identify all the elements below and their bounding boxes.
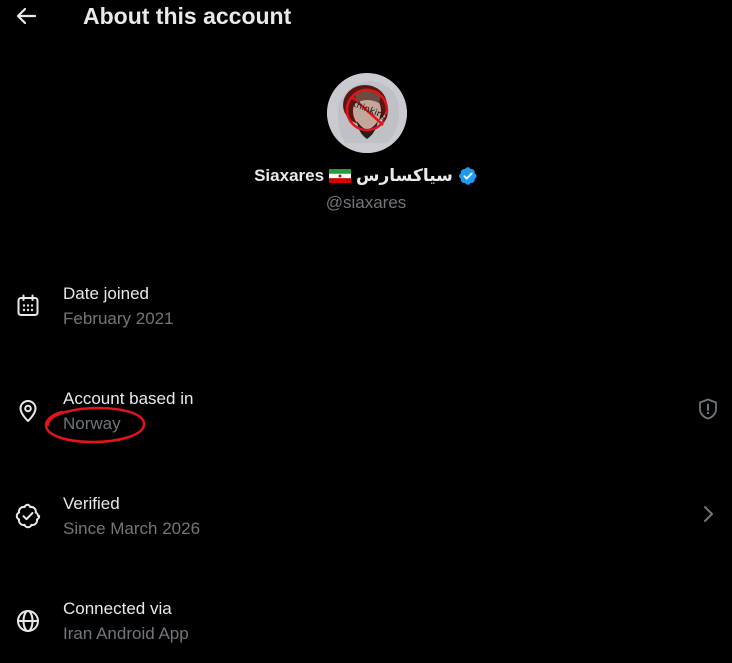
verified-check-icon	[15, 503, 41, 529]
page-header: About this account	[0, 0, 732, 34]
info-row-date-joined: Date joined February 2021	[0, 283, 732, 343]
row-value-connected-via: Iran Android App	[63, 624, 189, 643]
verified-badge-icon[interactable]	[458, 166, 478, 186]
username: @siaxares	[325, 193, 407, 212]
page-title: About this account	[83, 3, 292, 29]
display-name: Siaxares	[254, 166, 325, 185]
display-name-row: Siaxares سیاکسارس	[0, 162, 732, 190]
arrow-left-icon	[16, 7, 37, 25]
shield-alert-icon[interactable]	[696, 397, 720, 421]
info-row-connected-via: Connected via Iran Android App	[0, 598, 732, 658]
row-value-date-joined: February 2021	[63, 309, 174, 328]
calendar-icon	[15, 293, 41, 319]
row-title-date-joined: Date joined	[63, 284, 150, 303]
row-value-verified: Since March 2026	[63, 519, 201, 538]
iran-flag-icon	[329, 169, 352, 183]
location-pin-icon	[15, 398, 41, 424]
info-row-verified[interactable]: Verified Since March 2026	[0, 493, 732, 553]
row-title-verified: Verified	[63, 494, 120, 513]
info-row-account-based-in: Account based in Norway	[0, 388, 732, 448]
avatar[interactable]: thinking	[327, 73, 407, 153]
globe-icon	[15, 608, 41, 634]
row-title-account-based-in: Account based in	[63, 389, 194, 408]
back-button[interactable]	[12, 2, 40, 30]
row-title-connected-via: Connected via	[63, 599, 172, 618]
chevron-right-icon[interactable]	[696, 502, 720, 526]
display-name-persian: سیاکسارس	[356, 166, 453, 185]
row-value-account-based-in: Norway	[63, 414, 121, 433]
